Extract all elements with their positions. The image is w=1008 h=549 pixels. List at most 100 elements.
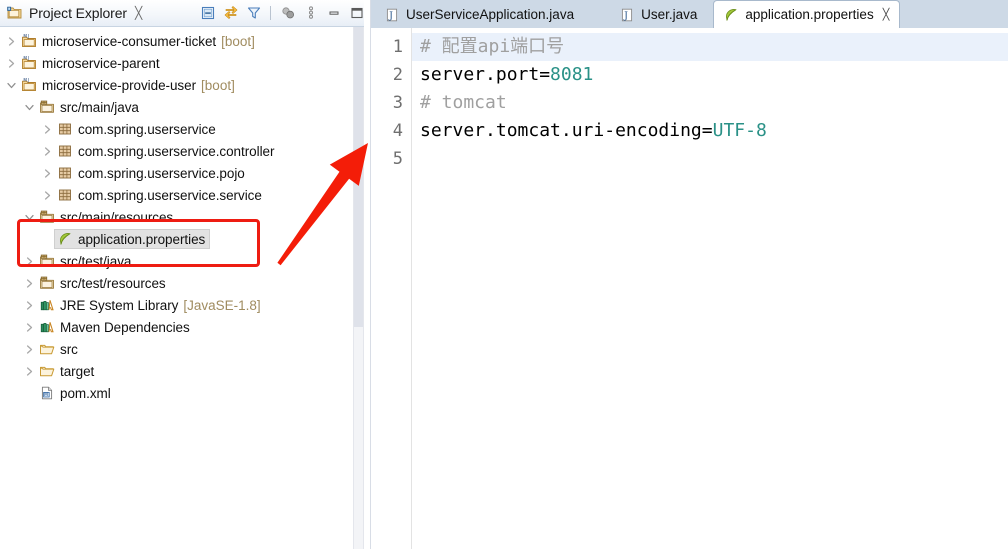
tree-row-content[interactable]: application.properties [54, 229, 211, 249]
editor-tab-strip: J UserServiceApplication.java J User.java ap… [371, 0, 1008, 28]
code-line[interactable]: # 配置api端口号 [412, 33, 1008, 61]
tree-row[interactable]: src/main/java [0, 96, 371, 118]
tree-row-content[interactable]: src/test/resources [36, 273, 171, 293]
tree-row[interactable]: src/test/java [0, 250, 371, 272]
tree-row[interactable]: src/test/resources [0, 272, 371, 294]
project-explorer-header: Project Explorer ╳ [0, 0, 371, 27]
tree-item-label: microservice-parent [42, 55, 160, 71]
tree-item-suffix: [JavaSE-1.8] [183, 297, 261, 313]
tree-row-content[interactable]: com.spring.userservice.pojo [54, 163, 250, 183]
tree-item-label: com.spring.userservice.pojo [78, 165, 245, 181]
project-explorer-view: Project Explorer ╳ M J microservice-cons… [0, 0, 371, 549]
editor-tab[interactable]: J UserServiceApplication.java [375, 1, 584, 28]
project-tree[interactable]: M Jmicroservice-consumer-ticket [boot] M Jmi… [0, 27, 371, 549]
chevron-right-icon[interactable] [22, 278, 37, 289]
tree-row[interactable]: JRE System Library [JavaSE-1.8] [0, 294, 371, 316]
editor-tab[interactable]: J User.java [610, 1, 707, 28]
tree-row-content[interactable]: com.spring.userservice [54, 119, 221, 139]
chevron-right-icon[interactable] [22, 322, 37, 333]
tree-row-content[interactable]: Maven Dependencies [36, 317, 195, 337]
editor-tab[interactable]: application.properties ╳ [713, 0, 901, 28]
collapse-all-icon[interactable] [199, 5, 216, 22]
tree-row[interactable]: application.properties [0, 228, 371, 250]
tree-row[interactable]: M Jmicroservice-provide-user [boot] [0, 74, 371, 96]
tree-row[interactable]: com.spring.userservice [0, 118, 371, 140]
chevron-down-icon[interactable] [22, 212, 37, 223]
tree-row[interactable]: M Jmicroservice-parent [0, 52, 371, 74]
chevron-down-icon[interactable] [4, 80, 19, 91]
package-icon [56, 165, 74, 181]
link-with-editor-icon[interactable] [222, 5, 239, 22]
tree-row[interactable]: src/main/resources [0, 206, 371, 228]
minimize-icon[interactable] [325, 5, 342, 22]
svg-text:J: J [27, 55, 29, 60]
code-line[interactable] [412, 145, 1008, 173]
tree-row-content[interactable]: src/main/java [36, 97, 144, 117]
chevron-right-icon[interactable] [22, 366, 37, 377]
line-number: 5 [392, 149, 403, 169]
tree-row-content[interactable]: M Jmicroservice-parent [18, 53, 165, 73]
source-folder-icon [38, 209, 56, 225]
view-menu-icon[interactable] [302, 5, 319, 22]
chevron-right-icon[interactable] [22, 256, 37, 267]
chevron-right-icon[interactable] [40, 146, 55, 157]
chevron-right-icon[interactable] [40, 168, 55, 179]
tree-vertical-scrollbar[interactable] [353, 27, 364, 549]
tree-item-label: pom.xml [60, 385, 111, 401]
code-line[interactable]: server.tomcat.uri-encoding=UTF-8 [412, 117, 1008, 145]
code-area[interactable]: # 配置api端口号 server.port=8081 # tomcat server… [412, 28, 1008, 549]
library-icon [38, 319, 56, 335]
source-folder-icon [38, 99, 56, 115]
tree-row[interactable]: com.spring.userservice.controller [0, 140, 371, 162]
tree-item-label: microservice-provide-user [42, 77, 197, 93]
chevron-right-icon[interactable] [22, 344, 37, 355]
tree-item-label: application.properties [78, 231, 206, 247]
tree-row[interactable]: target [0, 360, 371, 382]
svg-text:J: J [388, 11, 393, 21]
tree-row-content[interactable]: com.spring.userservice.controller [54, 141, 279, 161]
tree-row-content[interactable]: M Jmicroservice-provide-user [boot] [18, 75, 240, 95]
tree-row-content[interactable]: JRE System Library [JavaSE-1.8] [36, 295, 266, 315]
line-number: 1 [392, 37, 403, 57]
tree-row-content[interactable]: com.spring.userservice.service [54, 185, 267, 205]
code-line[interactable]: # tomcat [412, 89, 1008, 117]
chevron-right-icon[interactable] [4, 58, 19, 69]
filter-icon[interactable] [245, 5, 262, 22]
project-explorer-icon [6, 5, 24, 21]
code-line[interactable]: server.port=8081 [412, 61, 1008, 89]
properties-file-icon [722, 7, 740, 23]
chevron-right-icon[interactable] [40, 190, 55, 201]
chevron-right-icon[interactable] [4, 36, 19, 47]
code-token-comment: # tomcat [420, 92, 507, 113]
project-explorer-tab[interactable]: Project Explorer ╳ [0, 0, 142, 26]
tree-row-content[interactable]: src [36, 339, 83, 359]
editor-tab-label: application.properties [745, 7, 874, 22]
maven-java-project-icon: MJ [20, 77, 38, 93]
tree-row[interactable]: com.spring.userservice.pojo [0, 162, 371, 184]
code-token-value: 8081 [550, 64, 594, 85]
tree-row-content[interactable]: target [36, 361, 99, 381]
tree-row-content[interactable]: src/main/resources [36, 207, 178, 227]
tree-row[interactable]: Maven Dependencies [0, 316, 371, 338]
tree-row[interactable]: M Jmicroservice-consumer-ticket [boot] [0, 30, 371, 52]
close-icon[interactable]: ╳ [135, 7, 142, 19]
tree-item-label: Maven Dependencies [60, 319, 190, 335]
library-icon [38, 297, 56, 313]
chevron-right-icon[interactable] [22, 300, 37, 311]
focus-on-active-task-icon[interactable] [279, 5, 296, 22]
tree-row-content[interactable]: Mpom.xml [36, 383, 116, 403]
close-icon[interactable]: ╳ [883, 8, 890, 21]
tree-row-content[interactable]: src/test/java [36, 251, 136, 271]
tree-row[interactable]: src [0, 338, 371, 360]
code-token-key: server.port= [420, 64, 551, 85]
code-token-key: server.tomcat.uri-encoding= [420, 120, 713, 141]
tree-row[interactable]: com.spring.userservice.service [0, 184, 371, 206]
editor-tab-label: User.java [641, 7, 698, 22]
tree-row[interactable]: Mpom.xml [0, 382, 371, 404]
tree-row-content[interactable]: M Jmicroservice-consumer-ticket [boot] [18, 31, 260, 51]
maximize-icon[interactable] [348, 5, 365, 22]
scrollbar-thumb[interactable] [354, 27, 363, 327]
chevron-right-icon[interactable] [40, 124, 55, 135]
chevron-down-icon[interactable] [22, 102, 37, 113]
panel-divider[interactable] [364, 0, 371, 549]
